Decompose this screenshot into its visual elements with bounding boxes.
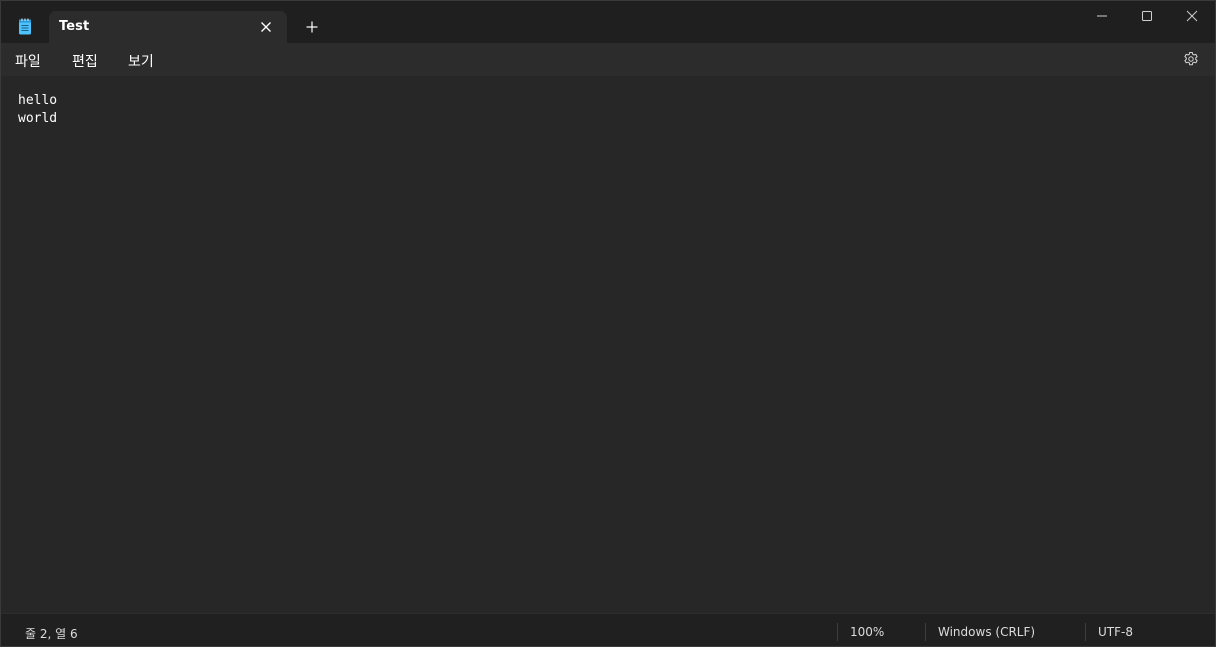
- gear-icon[interactable]: [1183, 51, 1199, 67]
- menu-edit[interactable]: 편집: [72, 51, 98, 71]
- encoding[interactable]: UTF-8: [1098, 625, 1133, 639]
- minimize-icon[interactable]: [1095, 9, 1109, 23]
- plus-icon[interactable]: [305, 20, 319, 34]
- menu-bar: 파일 편집 보기: [1, 43, 1215, 76]
- text-editor[interactable]: hello world: [1, 76, 1215, 613]
- status-bar: 줄 2, 열 6 100% Windows (CRLF) UTF-8: [1, 613, 1215, 646]
- editor-line: hello: [18, 93, 58, 108]
- status-divider: [925, 623, 926, 641]
- window-close-icon[interactable]: [1185, 9, 1199, 23]
- tab-test[interactable]: Test: [49, 11, 287, 43]
- zoom-level[interactable]: 100%: [850, 625, 884, 639]
- notepad-icon: [19, 18, 31, 35]
- close-icon[interactable]: [259, 20, 273, 34]
- menu-view[interactable]: 보기: [128, 51, 154, 71]
- menu-file[interactable]: 파일: [15, 51, 41, 71]
- editor-line: world: [18, 111, 58, 126]
- title-bar[interactable]: Test: [1, 1, 1215, 43]
- line-ending[interactable]: Windows (CRLF): [938, 625, 1035, 639]
- status-divider: [1085, 623, 1086, 641]
- tab-title: Test: [59, 19, 90, 34]
- notepad-window: Test 파일 편집 보기 hello world 줄 2, 열 6 100% …: [0, 0, 1216, 647]
- cursor-position: 줄 2, 열 6: [25, 627, 78, 641]
- status-divider: [837, 623, 838, 641]
- maximize-icon[interactable]: [1140, 9, 1154, 23]
